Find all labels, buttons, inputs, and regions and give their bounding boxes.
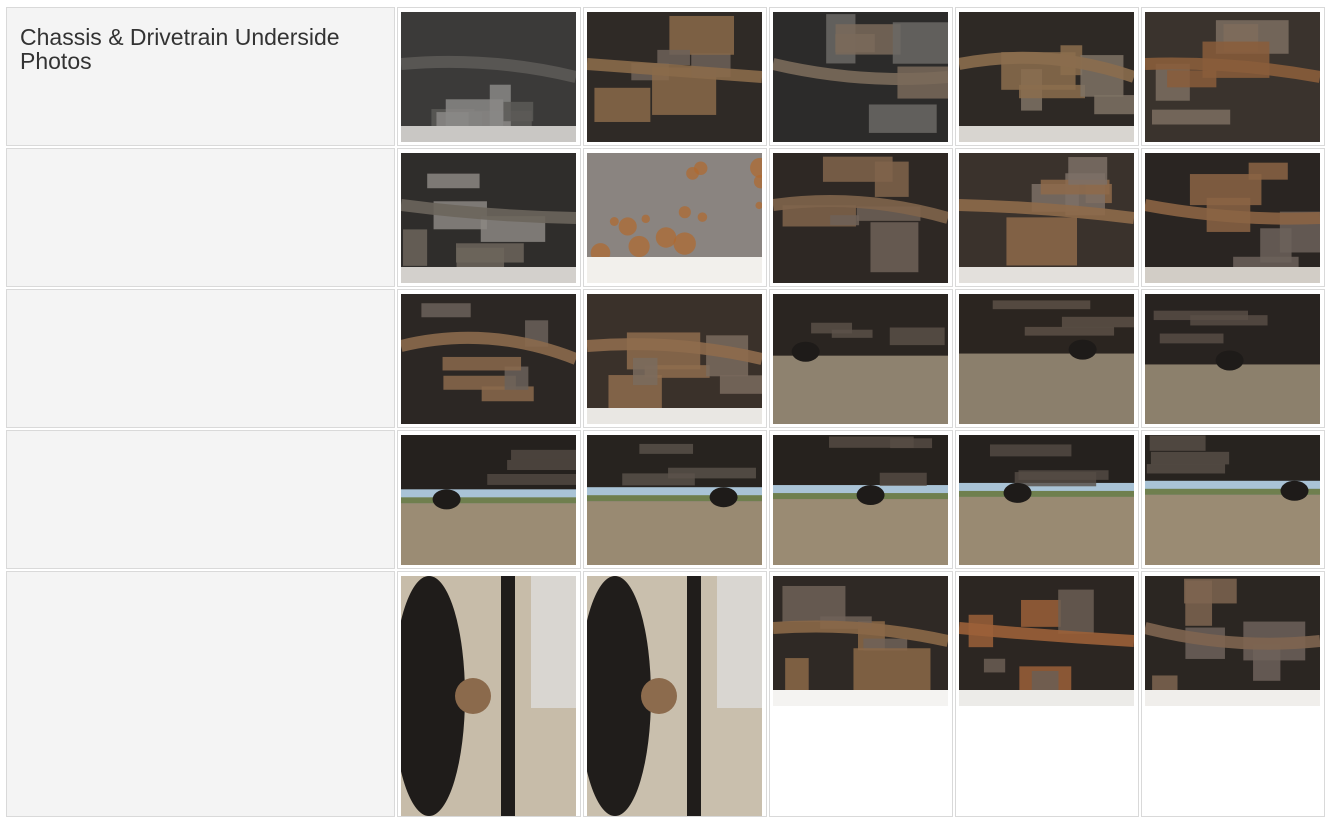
photo-front-suspension-ground[interactable] [587,435,763,565]
photo-engine-bellhousing[interactable] [401,153,577,283]
photo-rear-leaf-spring[interactable] [959,576,1135,706]
photo-differential-wiring[interactable] [1145,153,1321,283]
empty-label-cell [6,148,396,287]
photo-muffler-ground[interactable] [773,294,949,424]
section-title: Chassis & Drivetrain Underside Photos [20,24,340,74]
gallery-row-1: Chassis & Drivetrain Underside Photos [6,7,1325,146]
photo-frame-rails-horizon[interactable] [773,435,949,565]
gallery-row-4 [6,430,1325,569]
photo-exhaust-pipe-frame[interactable] [587,12,763,142]
photo-frame-rail-crossmember[interactable] [773,12,949,142]
photo-right-side-underbody[interactable] [1145,435,1321,565]
photo-underbody-left-side[interactable] [401,435,577,565]
empty-label-cell [6,571,396,817]
photo-transfer-case[interactable] [1145,12,1321,142]
photo-front-wheel-hub-right[interactable] [587,576,763,816]
photo-gallery-table: Chassis & Drivetrain Underside Photos [4,5,1327,819]
photo-rear-axle-horizon[interactable] [959,435,1135,565]
photo-oil-pan-exhaust[interactable] [959,12,1135,142]
section-label-cell: Chassis & Drivetrain Underside Photos [6,7,396,146]
photo-fuel-tank-driveshaft[interactable] [401,294,577,424]
photo-transmission-lines[interactable] [773,153,949,283]
photo-rusty-skid-plate[interactable] [587,153,763,283]
gallery-row-2 [6,148,1325,287]
photo-leaf-spring-hanger[interactable] [773,576,949,706]
photo-front-wheel-hub-left[interactable] [401,576,577,816]
empty-label-cell [6,430,396,569]
empty-label-cell [6,289,396,428]
photo-axle-housing-ground[interactable] [1145,294,1321,424]
gallery-row-3 [6,289,1325,428]
photo-rear-differential[interactable] [1145,576,1321,706]
photo-driveshaft-u-joint[interactable] [587,294,763,424]
photo-driveshaft-boot[interactable] [959,153,1135,283]
gallery-row-5 [6,571,1325,817]
photo-transmission-underside[interactable] [401,12,577,142]
photo-rear-frame-ground[interactable] [959,294,1135,424]
